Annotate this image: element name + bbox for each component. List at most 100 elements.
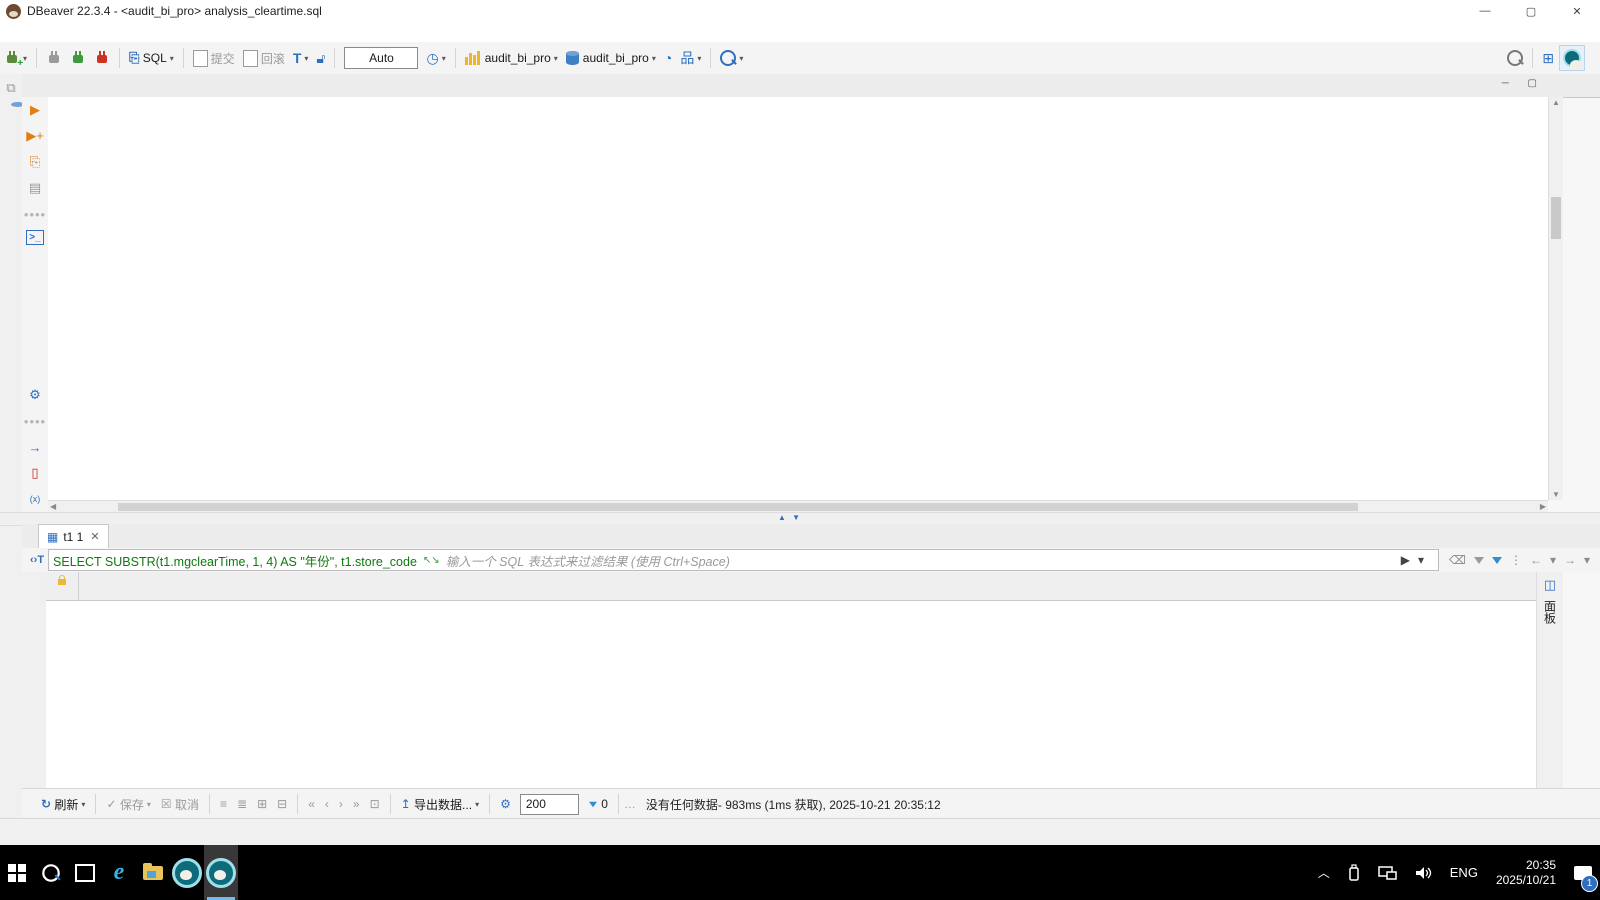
network-tray-icon[interactable] — [1378, 864, 1398, 882]
refresh-button[interactable]: ↻ 刷新 ▾ — [37, 792, 89, 816]
language-indicator[interactable]: ENG — [1450, 865, 1478, 880]
maximize-button[interactable]: ▢ — [1508, 0, 1554, 22]
editor-settings-gear-icon[interactable]: ⚙ — [25, 385, 45, 405]
export-data-button[interactable]: ↥ 导出数据... ▾ — [397, 792, 483, 816]
view-minmax-buttons[interactable]: ─ ▢ — [1502, 78, 1545, 89]
clock-icon: ◷ — [426, 50, 439, 66]
filter-settings-icon[interactable] — [1491, 556, 1502, 564]
unsaved-doc-icon[interactable]: ▯ — [25, 463, 45, 483]
refresh-icon: ↻ — [41, 797, 52, 811]
tx-timeout-button[interactable]: ◷ ▾ — [423, 46, 448, 70]
dbeaver-taskbar-button[interactable] — [170, 845, 204, 900]
filter-input[interactable]: SELECT SUBSTR(t1.mgclearTime, 1, 4) AS "… — [48, 549, 1439, 571]
volume-tray-icon[interactable] — [1414, 864, 1434, 882]
minimize-button[interactable]: — — [1462, 0, 1508, 22]
execute-statement-icon[interactable]: ▶ — [25, 100, 45, 120]
dbeaver-taskbar-button-active[interactable] — [204, 845, 238, 900]
start-button[interactable] — [0, 845, 34, 900]
editor-vertical-scrollbar[interactable]: ▲ ▼ — [1548, 97, 1563, 500]
action-center-button[interactable]: 1 — [1566, 845, 1600, 900]
edit-row-icon[interactable]: ≡ — [216, 792, 231, 816]
commit-button[interactable]: 提交 — [190, 46, 238, 70]
doc-x-icon[interactable]: (x) — [25, 489, 45, 509]
main-toolbar: + ▾ ⎘ SQL ▾ 提交 回滚 T ▾ 🔓︎ Auto ◷ ▾ audit_bi_p… — [0, 42, 1600, 75]
toolbar-search-button[interactable]: ▾ — [717, 46, 746, 70]
close-icon[interactable]: ✕ — [90, 530, 99, 543]
explain-plan-icon[interactable]: ▤ — [25, 178, 45, 198]
cancel-button[interactable]: ☒ 取消 — [157, 792, 203, 816]
result-tab[interactable]: ▦ t1 1 ✕ — [38, 524, 109, 548]
sql-editor-button[interactable]: ⎘ SQL ▾ — [126, 46, 177, 70]
grid-settings-gear-icon[interactable]: ⚙ — [496, 792, 515, 816]
export-icon: ↥ — [400, 797, 411, 811]
filter-history-icon[interactable]: ▾ — [1418, 553, 1424, 567]
new-connection-button[interactable]: + ▾ — [1, 46, 30, 70]
overflow-icon[interactable]: … — [624, 797, 636, 811]
scrollbar-thumb[interactable] — [1551, 197, 1561, 239]
sql-icon: ⎘ — [129, 50, 140, 65]
add-row-icon[interactable]: ≣ — [233, 792, 251, 816]
reconnect-button[interactable] — [67, 46, 89, 70]
execute-script-icon[interactable]: ⎘ — [25, 152, 45, 172]
save-icon: ✓ — [106, 797, 117, 811]
open-perspective-button[interactable]: ⊞ — [1539, 46, 1557, 70]
fetch-size-input[interactable]: 200 — [519, 793, 579, 815]
apply-filter-icon[interactable]: ▶ — [1401, 553, 1410, 567]
tray-chevron-icon[interactable]: ︿ — [1318, 864, 1330, 881]
search-icon — [42, 863, 60, 882]
schema-selector[interactable]: audit_bi_pro ▾ — [563, 46, 659, 70]
lock-icon: 🔓︎ — [316, 50, 326, 66]
delete-row-icon[interactable]: ⊟ — [273, 792, 291, 816]
grid-corner-cell[interactable] — [46, 572, 79, 600]
dbeaver-perspective-button[interactable] — [1559, 45, 1585, 71]
execute-new-tab-icon[interactable]: ▶+ — [25, 126, 45, 146]
caret[interactable]: ▾ — [1550, 553, 1556, 567]
copy-row-icon[interactable]: ⊞ — [253, 792, 271, 816]
nav-back-icon[interactable]: ← — [1530, 553, 1542, 567]
quick-access-search[interactable] — [1504, 46, 1526, 70]
rollback-button[interactable]: 回滚 — [240, 46, 288, 70]
results-grid[interactable] — [46, 572, 1536, 788]
file-explorer-button[interactable] — [136, 845, 170, 900]
fetch-all-icon[interactable]: ⊡ — [366, 792, 384, 816]
next-page-icon[interactable]: › — [335, 792, 347, 816]
dashboard-button[interactable]: ◔ — [661, 46, 675, 70]
erase-filter-icon[interactable]: ⌫ — [1449, 553, 1466, 567]
panels-toggle-icon[interactable]: ◫ — [1544, 577, 1556, 593]
nav-forward-icon[interactable]: → — [1564, 553, 1576, 567]
transaction-log-button[interactable]: T ▾ — [290, 46, 312, 70]
filter-count-button[interactable]: 0 — [584, 792, 612, 816]
results-presentation-strip — [22, 572, 46, 788]
lock-button[interactable]: 🔓︎ — [313, 46, 328, 70]
scrollbar-thumb[interactable] — [118, 503, 1358, 511]
network-profile-button[interactable]: 品 ▾ — [677, 46, 704, 70]
restore-panel-icon[interactable]: ⧉ — [2, 80, 20, 96]
internet-explorer-button[interactable]: e — [102, 845, 136, 900]
caret[interactable]: ▾ — [1584, 553, 1590, 567]
remove-filter-icon[interactable] — [1473, 556, 1484, 564]
connect-button[interactable] — [43, 46, 65, 70]
results-filter-bar: ‹›T SELECT SUBSTR(t1.mgclearTime, 1, 4) … — [22, 548, 1600, 572]
editor-toolbar-rail: ▶ ▶+ ⎘ ▤ •••• >_ ⚙ •••• → ▯ (x) — [22, 97, 49, 512]
prev-page-icon[interactable]: ‹ — [321, 792, 333, 816]
usb-tray-icon[interactable] — [1346, 863, 1362, 882]
taskbar-search-button[interactable] — [34, 845, 68, 900]
panels-label[interactable]: 面板 — [1542, 600, 1559, 624]
task-view-button[interactable] — [68, 845, 102, 900]
expand-filter-icon[interactable]: ↖↘ — [423, 555, 440, 566]
grid-icon: ▦ — [47, 529, 59, 544]
commit-mode-combo[interactable]: Auto — [344, 47, 419, 69]
last-page-icon[interactable]: » — [349, 792, 364, 816]
terminal-icon[interactable]: >_ — [26, 230, 44, 245]
taskbar-clock[interactable]: 20:35 2025/10/21 — [1496, 858, 1556, 888]
funnel-icon — [588, 801, 597, 807]
sql-editor[interactable] — [48, 97, 1548, 500]
save-button[interactable]: ✓ 保存 ▾ — [102, 792, 154, 816]
task-view-icon — [75, 863, 95, 882]
export-from-query-icon[interactable]: → — [25, 437, 45, 457]
disconnect-button[interactable] — [91, 46, 113, 70]
first-page-icon[interactable]: « — [304, 792, 319, 816]
close-button[interactable]: ✕ — [1554, 0, 1600, 22]
editor-tab-bar — [22, 74, 1600, 98]
database-selector[interactable]: audit_bi_pro ▾ — [462, 46, 561, 70]
